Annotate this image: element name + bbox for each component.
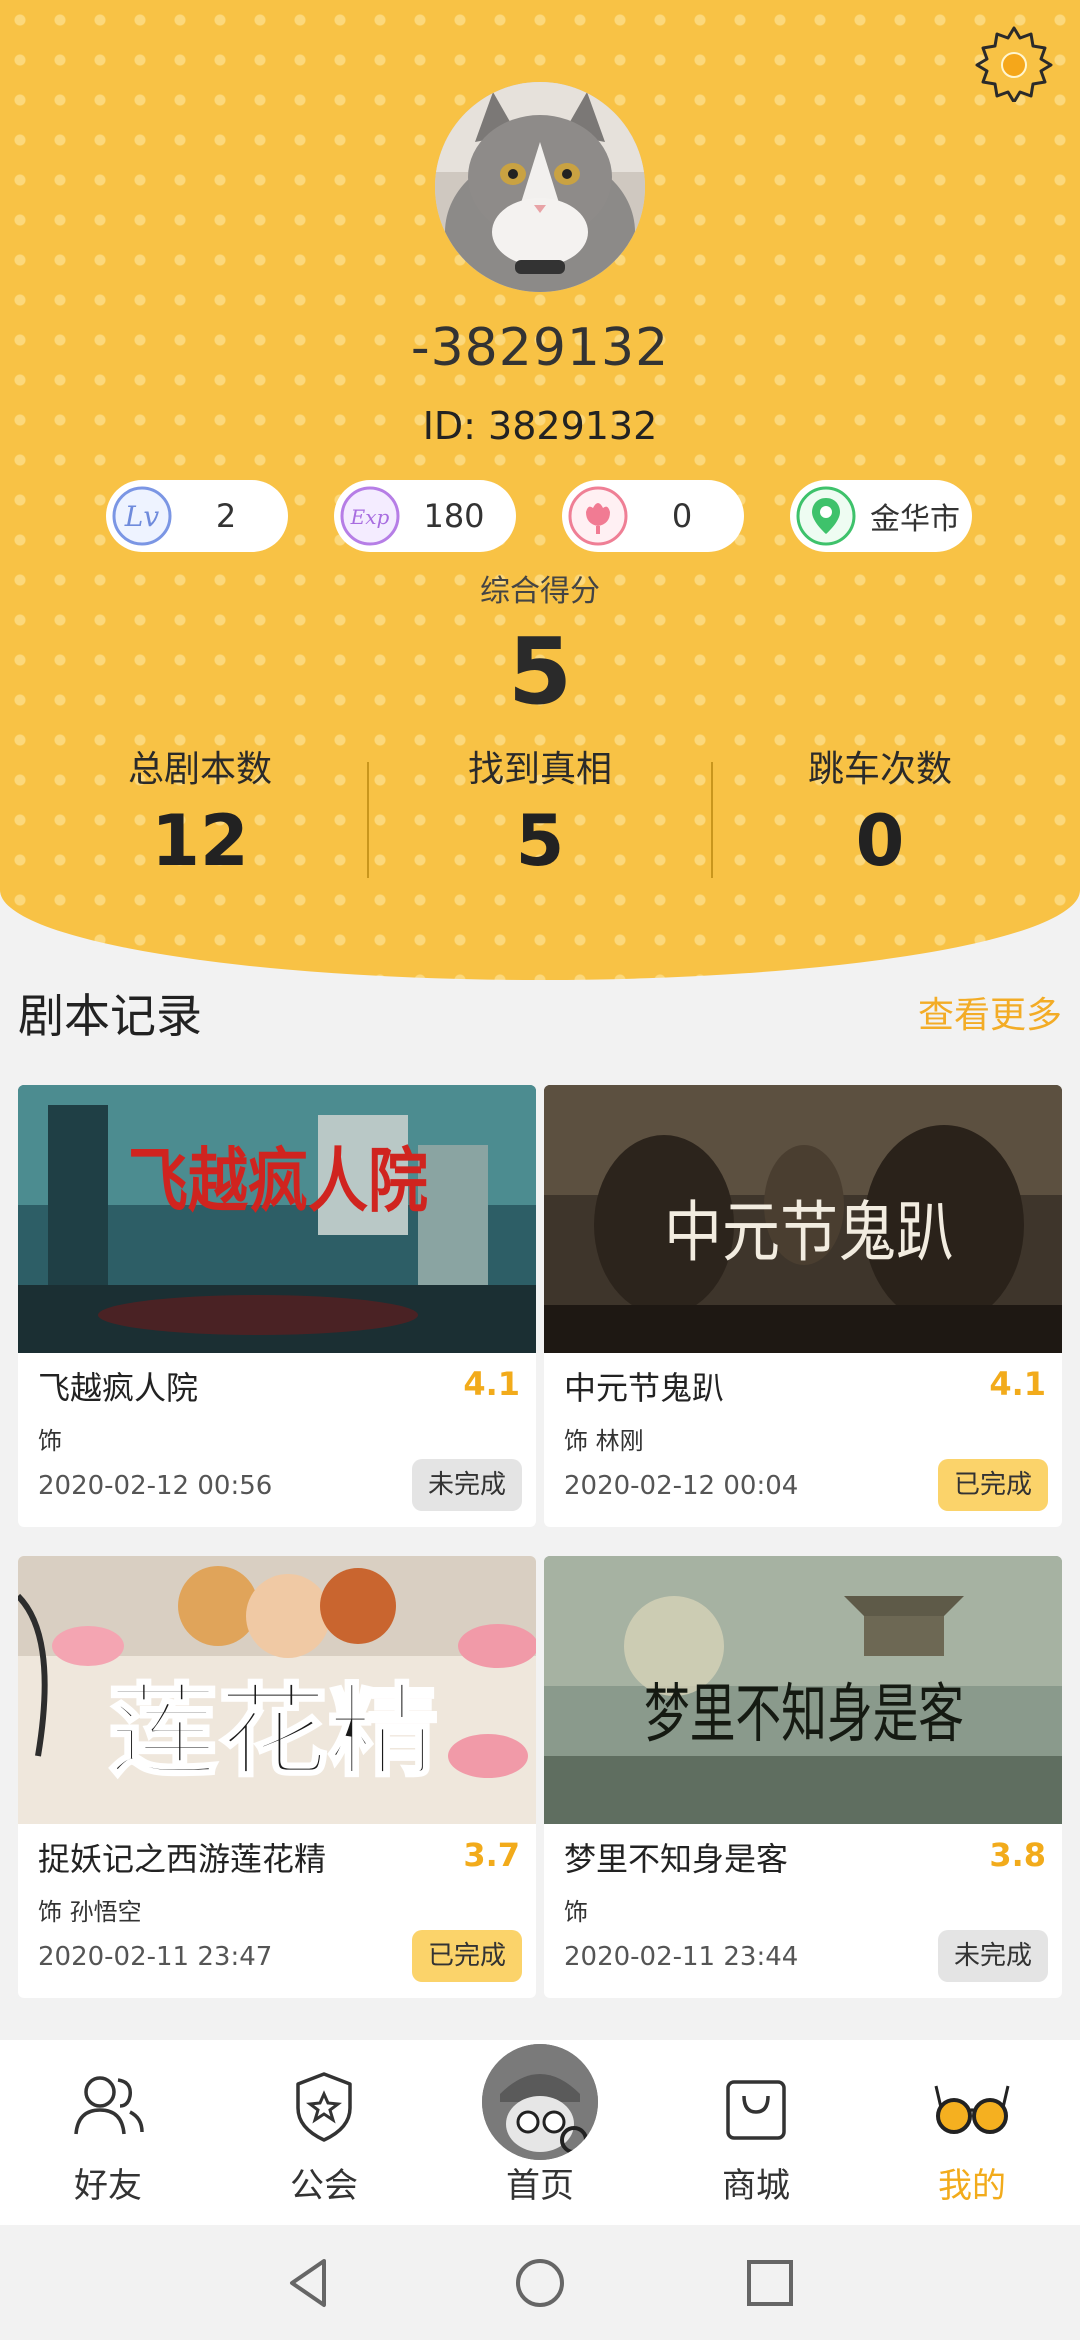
location-value: 金华市: [870, 502, 960, 537]
script-card[interactable]: 中元节鬼趴 中元节鬼趴 4.1 饰 林刚 2020-02-12 00:04 已完…: [544, 1085, 1062, 1527]
nav-item-home[interactable]: 首页: [432, 2040, 648, 2225]
stat-total-scripts: 总剧本数 12: [50, 740, 350, 882]
stat-divider: [367, 762, 369, 878]
location-pill[interactable]: 金华市: [790, 480, 972, 552]
username: -3829132: [410, 318, 670, 378]
status-badge: 未完成: [411, 1459, 522, 1511]
cover-title-text: 梦里不知身是客: [644, 1678, 964, 1752]
script-card[interactable]: 飞越疯人院 飞越疯人院 4.1 饰 2020-02-12 00:56 未完成: [18, 1085, 536, 1527]
avatar[interactable]: [435, 82, 645, 292]
exp-icon: Exp: [340, 486, 400, 546]
script-date: 2020-02-11 23:44: [564, 1942, 799, 1972]
view-more-link[interactable]: 查看更多: [918, 986, 1062, 1038]
stats-row: 总剧本数 12 找到真相 5 跳车次数 0: [0, 740, 1080, 890]
bottom-nav: 好友 公会 首页 商城 我的: [0, 2040, 1080, 2225]
nav-item-friends[interactable]: 好友: [0, 2040, 216, 2225]
system-nav-bar: [0, 2225, 1080, 2340]
script-date: 2020-02-12 00:56: [38, 1471, 273, 1501]
nav-label: 公会: [290, 2166, 358, 2206]
script-score: 3.8: [989, 1836, 1046, 1874]
nav-label: 我的: [938, 2166, 1006, 2206]
stat-label: 找到真相: [467, 749, 612, 790]
stat-value: 0: [855, 800, 905, 882]
stat-truth-found: 找到真相 5: [390, 740, 690, 882]
level-pill[interactable]: Lv 2: [106, 480, 288, 552]
script-cover-image: 飞越疯人院: [18, 1085, 536, 1353]
svg-text:Lv: Lv: [124, 500, 160, 533]
glasses-icon: [934, 2085, 1010, 2134]
stat-value: 5: [515, 800, 565, 882]
exp-pill[interactable]: Exp 180: [334, 480, 516, 552]
score-label: 综合得分: [480, 574, 600, 609]
friends-icon: [74, 2076, 144, 2135]
flower-icon: [568, 486, 628, 546]
script-title: 中元节鬼趴: [564, 1369, 725, 1407]
flower-value: 0: [671, 497, 693, 535]
script-score: 4.1: [989, 1365, 1046, 1403]
script-date: 2020-02-11 23:47: [38, 1942, 273, 1972]
cat-avatar-image: [435, 82, 645, 292]
cover-title-text: 飞越疯人院: [128, 1139, 428, 1222]
nav-item-shop[interactable]: 商城: [648, 2040, 864, 2225]
script-card[interactable]: 梦里不知身是客 梦里不知身是客 3.8 饰 2020-02-11 23:44 未…: [544, 1556, 1062, 1998]
location-pin-icon: [796, 486, 856, 546]
nav-item-guild[interactable]: 公会: [216, 2040, 432, 2225]
cover-title-text: 莲花精: [108, 1672, 438, 1790]
records-title: 剧本记录: [18, 989, 202, 1043]
script-role: 饰 孙悟空: [38, 1898, 142, 1926]
profile-pills: Lv 2 Exp 180 0 金华市: [0, 480, 1080, 552]
nav-label: 商城: [722, 2166, 790, 2206]
script-role: 饰: [38, 1427, 62, 1455]
script-title: 梦里不知身是客: [564, 1840, 789, 1878]
home-detective-icon: [482, 2044, 598, 2160]
script-date: 2020-02-12 00:04: [564, 1471, 799, 1501]
user-id: ID: 3829132: [422, 404, 658, 448]
guild-shield-icon: [296, 2072, 352, 2142]
nav-item-mine[interactable]: 我的: [864, 2040, 1080, 2225]
stat-label: 跳车次数: [807, 749, 952, 790]
script-role: 饰 林刚: [564, 1427, 644, 1455]
script-score: 4.1: [463, 1365, 520, 1403]
stat-divider: [711, 762, 713, 878]
script-cover-image: 莲花精: [18, 1556, 536, 1824]
status-badge: 已完成: [937, 1459, 1048, 1511]
nav-label: 好友: [74, 2166, 142, 2206]
script-cover-image: 梦里不知身是客: [544, 1556, 1062, 1824]
shopping-bag-icon: [726, 2080, 786, 2140]
exp-value: 180: [423, 497, 485, 535]
stat-label: 总剧本数: [127, 749, 272, 790]
svg-text:Exp: Exp: [350, 505, 390, 529]
script-title: 捉妖记之西游莲花精: [38, 1840, 327, 1878]
back-triangle-icon[interactable]: [280, 2253, 340, 2313]
settings-gear-icon[interactable]: [974, 22, 1054, 102]
nav-label: 首页: [506, 2166, 574, 2206]
level-icon: Lv: [112, 486, 172, 546]
stat-value: 12: [151, 800, 249, 882]
status-badge: 未完成: [937, 1930, 1048, 1982]
stat-quit-count: 跳车次数 0: [730, 740, 1030, 882]
script-role: 饰: [564, 1898, 588, 1926]
script-score: 3.7: [463, 1836, 520, 1874]
script-title: 飞越疯人院: [38, 1369, 199, 1407]
score-value: 5: [507, 618, 572, 725]
profile-header: -3829132 ID: 3829132 Lv 2 Exp 180 0 金华市 …: [0, 0, 1080, 980]
flower-pill[interactable]: 0: [562, 480, 744, 552]
recents-square-icon[interactable]: [740, 2253, 800, 2313]
script-cover-image: 中元节鬼趴: [544, 1085, 1062, 1353]
level-value: 2: [215, 497, 237, 535]
script-card[interactable]: 莲花精 捉妖记之西游莲花精 3.7 饰 孙悟空 2020-02-11 23:47…: [18, 1556, 536, 1998]
status-badge: 已完成: [411, 1930, 522, 1982]
home-circle-icon[interactable]: [510, 2253, 570, 2313]
cover-title-text: 中元节鬼趴: [664, 1194, 954, 1271]
